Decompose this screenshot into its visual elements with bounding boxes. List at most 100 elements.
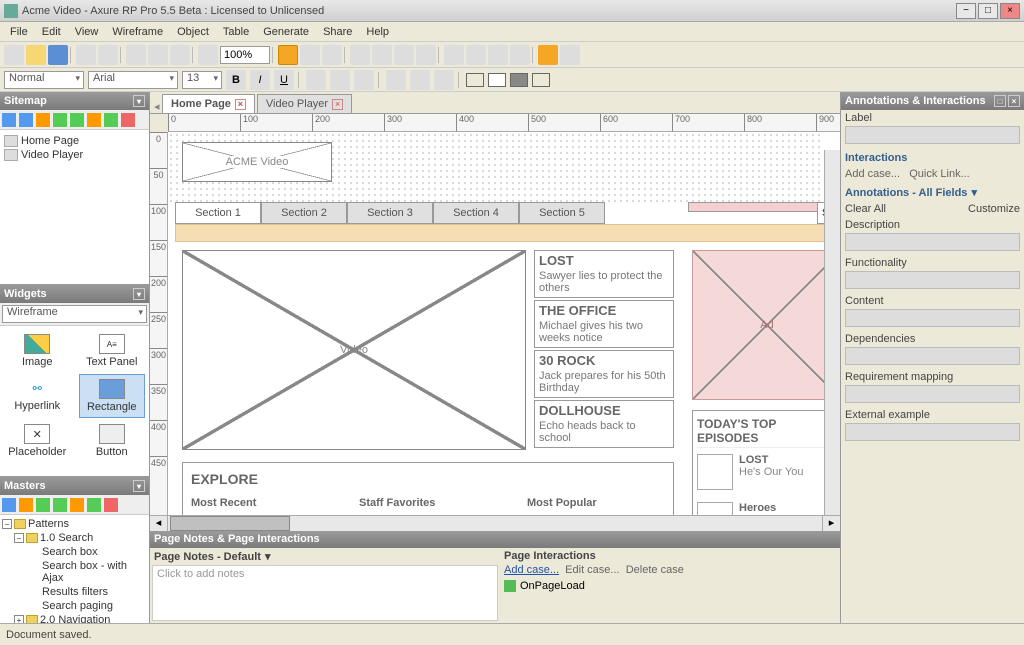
tree-node[interactable]: −1.0 Search: [2, 531, 147, 545]
widgets-collapse[interactable]: ▾: [133, 288, 145, 300]
ann-label-field[interactable]: [845, 126, 1020, 144]
search-button[interactable]: [121, 113, 135, 127]
master-delete[interactable]: [104, 498, 118, 512]
redo-button[interactable]: [98, 45, 118, 65]
cut-button[interactable]: [126, 45, 146, 65]
wf-section-tab[interactable]: Section 3: [347, 202, 433, 224]
widget-textpanel[interactable]: A≡Text Panel: [79, 330, 146, 372]
wf-section-tab[interactable]: Section 2: [261, 202, 347, 224]
fill-color[interactable]: [466, 73, 484, 87]
master-outdent[interactable]: [87, 498, 101, 512]
wf-ad[interactable]: Ad: [692, 250, 840, 400]
menu-table[interactable]: Table: [217, 24, 255, 40]
group-button[interactable]: [466, 45, 486, 65]
wf-nav-bar[interactable]: [175, 224, 840, 242]
indent-button[interactable]: [70, 113, 84, 127]
ann-field[interactable]: [845, 347, 1020, 365]
wf-logo[interactable]: ACME Video: [182, 142, 332, 182]
horizontal-scrollbar[interactable]: ◂ ▸: [150, 515, 840, 531]
tree-node[interactable]: −Patterns: [2, 517, 147, 531]
tree-leaf[interactable]: Results filters: [2, 585, 147, 599]
paste-button[interactable]: [170, 45, 190, 65]
master-up[interactable]: [36, 498, 50, 512]
style-combo[interactable]: Normal: [4, 71, 84, 89]
copy-button[interactable]: [148, 45, 168, 65]
menu-file[interactable]: File: [4, 24, 34, 40]
notes-textarea[interactable]: Click to add notes: [152, 565, 498, 621]
menu-help[interactable]: Help: [360, 24, 395, 40]
ann-field[interactable]: [845, 423, 1020, 441]
tree-node[interactable]: +2.0 Navigation: [2, 613, 147, 623]
master-down[interactable]: [53, 498, 67, 512]
wf-teaser[interactable]: DOLLHOUSEEcho heads back to school: [534, 400, 674, 448]
distribute-button[interactable]: [444, 45, 464, 65]
text-align-left[interactable]: [306, 70, 326, 90]
master-indent[interactable]: [70, 498, 84, 512]
add-case-link[interactable]: Add case...: [504, 564, 559, 576]
valign-top[interactable]: [386, 70, 406, 90]
zoom-out-button[interactable]: [198, 45, 218, 65]
wf-explore[interactable]: EXPLORE Most Recent Staff Favorites Most…: [182, 462, 674, 515]
widget-button[interactable]: Button: [79, 420, 146, 462]
wf-episodes-box[interactable]: TODAY'S TOP EPISODES LOSTHe's Our You He…: [692, 410, 840, 515]
close-tab-icon[interactable]: ×: [332, 99, 343, 110]
clear-all[interactable]: Clear All: [845, 203, 886, 215]
ann-close[interactable]: ×: [1008, 95, 1020, 107]
menu-object[interactable]: Object: [171, 24, 215, 40]
ann-field[interactable]: [845, 233, 1020, 251]
edit-case-link[interactable]: Edit case...: [565, 564, 619, 576]
preview-button[interactable]: [538, 45, 558, 65]
underline-button[interactable]: U: [274, 70, 294, 90]
wf-teaser[interactable]: LOSTSawyer lies to protect the others: [534, 250, 674, 298]
move-down-button[interactable]: [53, 113, 67, 127]
widget-hyperlink[interactable]: ⚯Hyperlink: [4, 374, 71, 418]
widget-rectangle[interactable]: Rectangle: [79, 374, 146, 418]
move-up-button[interactable]: [36, 113, 50, 127]
widget-library-combo[interactable]: Wireframe: [2, 305, 147, 323]
text-align-right[interactable]: [354, 70, 374, 90]
publish-button[interactable]: [560, 45, 580, 65]
align-right-button[interactable]: [394, 45, 414, 65]
new-button[interactable]: [4, 45, 24, 65]
master-add[interactable]: [2, 498, 16, 512]
italic-button[interactable]: I: [250, 70, 270, 90]
document-tab-active[interactable]: Home Page×: [162, 94, 255, 113]
minimize-button[interactable]: −: [956, 3, 976, 19]
wf-section-tab[interactable]: Section 1: [175, 202, 261, 224]
align-center-button[interactable]: [372, 45, 392, 65]
align-top-button[interactable]: [416, 45, 436, 65]
maximize-button[interactable]: □: [978, 3, 998, 19]
menu-share[interactable]: Share: [317, 24, 358, 40]
valign-bottom[interactable]: [434, 70, 454, 90]
zoom-input[interactable]: [220, 46, 270, 64]
ann-field[interactable]: [845, 309, 1020, 327]
customize[interactable]: Customize: [968, 203, 1020, 215]
align-left-button[interactable]: [350, 45, 370, 65]
close-button[interactable]: ×: [1000, 3, 1020, 19]
ann-field[interactable]: [845, 271, 1020, 289]
wf-video-player[interactable]: Video: [182, 250, 526, 450]
connect-button[interactable]: [322, 45, 342, 65]
tree-leaf[interactable]: Search paging: [2, 599, 147, 613]
tree-leaf[interactable]: Search box: [2, 545, 147, 559]
vertical-scrollbar[interactable]: [824, 150, 840, 515]
tab-prev[interactable]: ◂: [152, 100, 162, 113]
quick-link[interactable]: Quick Link...: [909, 168, 970, 180]
sitemap-item[interactable]: Home Page: [4, 134, 145, 148]
wireframe-canvas[interactable]: ACME Video Section 1 Section 2 Section 3…: [168, 132, 840, 515]
widget-placeholder[interactable]: ✕Placeholder: [4, 420, 71, 462]
order-button[interactable]: [510, 45, 530, 65]
menu-edit[interactable]: Edit: [36, 24, 67, 40]
menu-view[interactable]: View: [69, 24, 105, 40]
wf-section-tab[interactable]: Section 5: [519, 202, 605, 224]
add-page-button[interactable]: [2, 113, 16, 127]
ann-field[interactable]: [845, 385, 1020, 403]
open-button[interactable]: [26, 45, 46, 65]
wf-teaser[interactable]: THE OFFICEMichael gives his two weeks no…: [534, 300, 674, 348]
menu-generate[interactable]: Generate: [257, 24, 315, 40]
sitemap-collapse[interactable]: ▾: [133, 95, 145, 107]
document-tab[interactable]: Video Player×: [257, 94, 352, 113]
ungroup-button[interactable]: [488, 45, 508, 65]
master-folder[interactable]: [19, 498, 33, 512]
select-mode-button[interactable]: [278, 45, 298, 65]
